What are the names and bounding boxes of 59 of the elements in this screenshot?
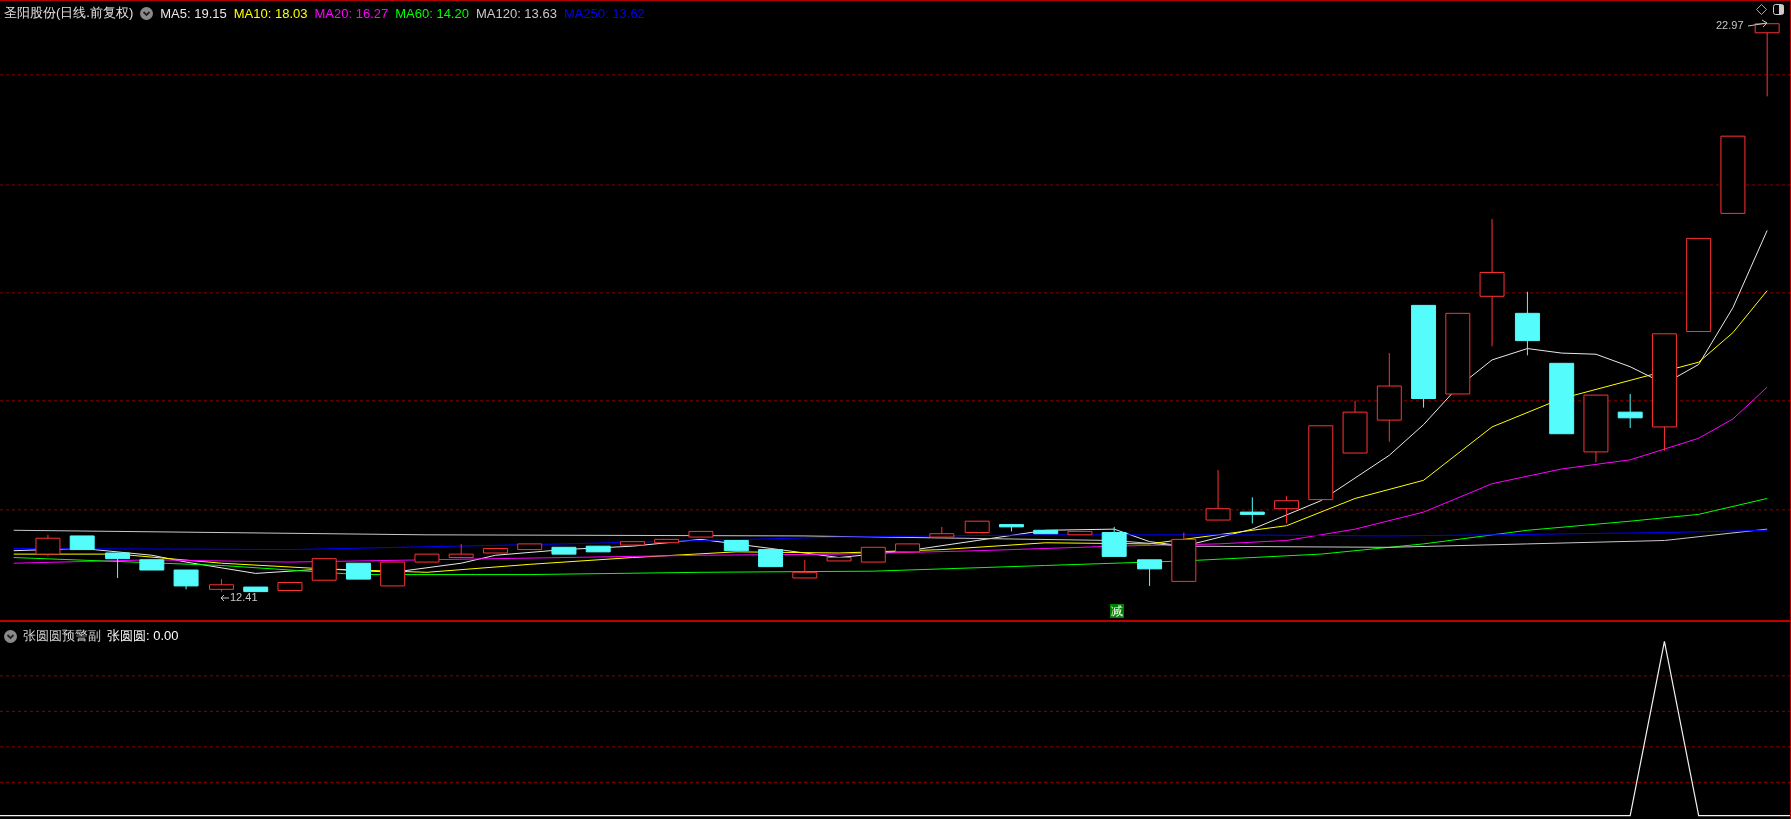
candlestick xyxy=(1101,526,1127,557)
candlestick xyxy=(964,520,990,534)
candlestick xyxy=(551,546,577,555)
candlestick xyxy=(243,586,269,593)
candlestick xyxy=(1137,559,1163,587)
candlestick xyxy=(619,541,645,546)
candlestick xyxy=(1274,495,1300,524)
candlestick xyxy=(209,578,234,593)
candlestick xyxy=(860,546,886,563)
dropdown-icon[interactable] xyxy=(4,629,17,643)
moving-average-value: MA250: 13.62 xyxy=(563,5,645,21)
candlestick xyxy=(1583,394,1609,463)
dropdown-icon[interactable] xyxy=(140,6,154,20)
window-icon[interactable] xyxy=(1773,4,1784,15)
candlestick xyxy=(723,540,749,552)
candlestick xyxy=(688,530,714,538)
candlestick xyxy=(69,535,95,551)
candlestick xyxy=(1514,291,1540,356)
arrow-icon xyxy=(220,594,230,602)
stock-title: 圣阳股份(日线.前复权) xyxy=(4,4,134,22)
candlestick xyxy=(1067,530,1093,536)
moving-average-value: MA60: 14.20 xyxy=(395,5,469,21)
indicator-title: 张圆圆预警副 xyxy=(23,627,101,645)
moving-average-value: MA120: 13.63 xyxy=(475,5,557,21)
candlestick xyxy=(35,534,61,557)
candlestick xyxy=(1033,529,1059,535)
moving-average-value: MA5: 19.15 xyxy=(160,5,227,21)
candlestick xyxy=(585,545,611,553)
candlestick xyxy=(311,558,337,581)
candlestick xyxy=(1342,400,1368,454)
candlestick xyxy=(895,543,921,553)
candlestick xyxy=(929,526,955,538)
candlestick xyxy=(1239,496,1265,524)
arrow-icon xyxy=(1747,19,1768,28)
candlestick xyxy=(1171,532,1197,582)
candlestick xyxy=(105,552,131,579)
signal-badge: 减 xyxy=(1110,604,1124,618)
candlestick xyxy=(448,543,474,559)
candlestick xyxy=(380,561,406,587)
moving-average-value: MA20: 16.27 xyxy=(314,5,389,21)
candlestick xyxy=(654,538,680,544)
high-price-label: 22.97 xyxy=(1716,19,1744,31)
moving-average-value: MA10: 18.03 xyxy=(233,5,308,21)
candlestick xyxy=(277,582,303,591)
candlestick xyxy=(792,559,818,579)
indicator-value: 张圆圆: 0.00 xyxy=(107,627,179,645)
candlestick xyxy=(345,562,371,580)
candlestick xyxy=(758,549,784,568)
candlestick xyxy=(826,557,852,562)
candlestick xyxy=(998,524,1024,532)
candlestick xyxy=(517,543,543,551)
candlestick xyxy=(1617,393,1643,429)
candlestick xyxy=(414,553,440,563)
candlestick xyxy=(1205,469,1231,521)
candlestick xyxy=(173,569,199,590)
candlestick xyxy=(139,559,165,571)
candlestick xyxy=(482,547,508,554)
low-price-label: 12.41 xyxy=(230,591,258,603)
diamond-icon[interactable] xyxy=(1756,4,1767,15)
